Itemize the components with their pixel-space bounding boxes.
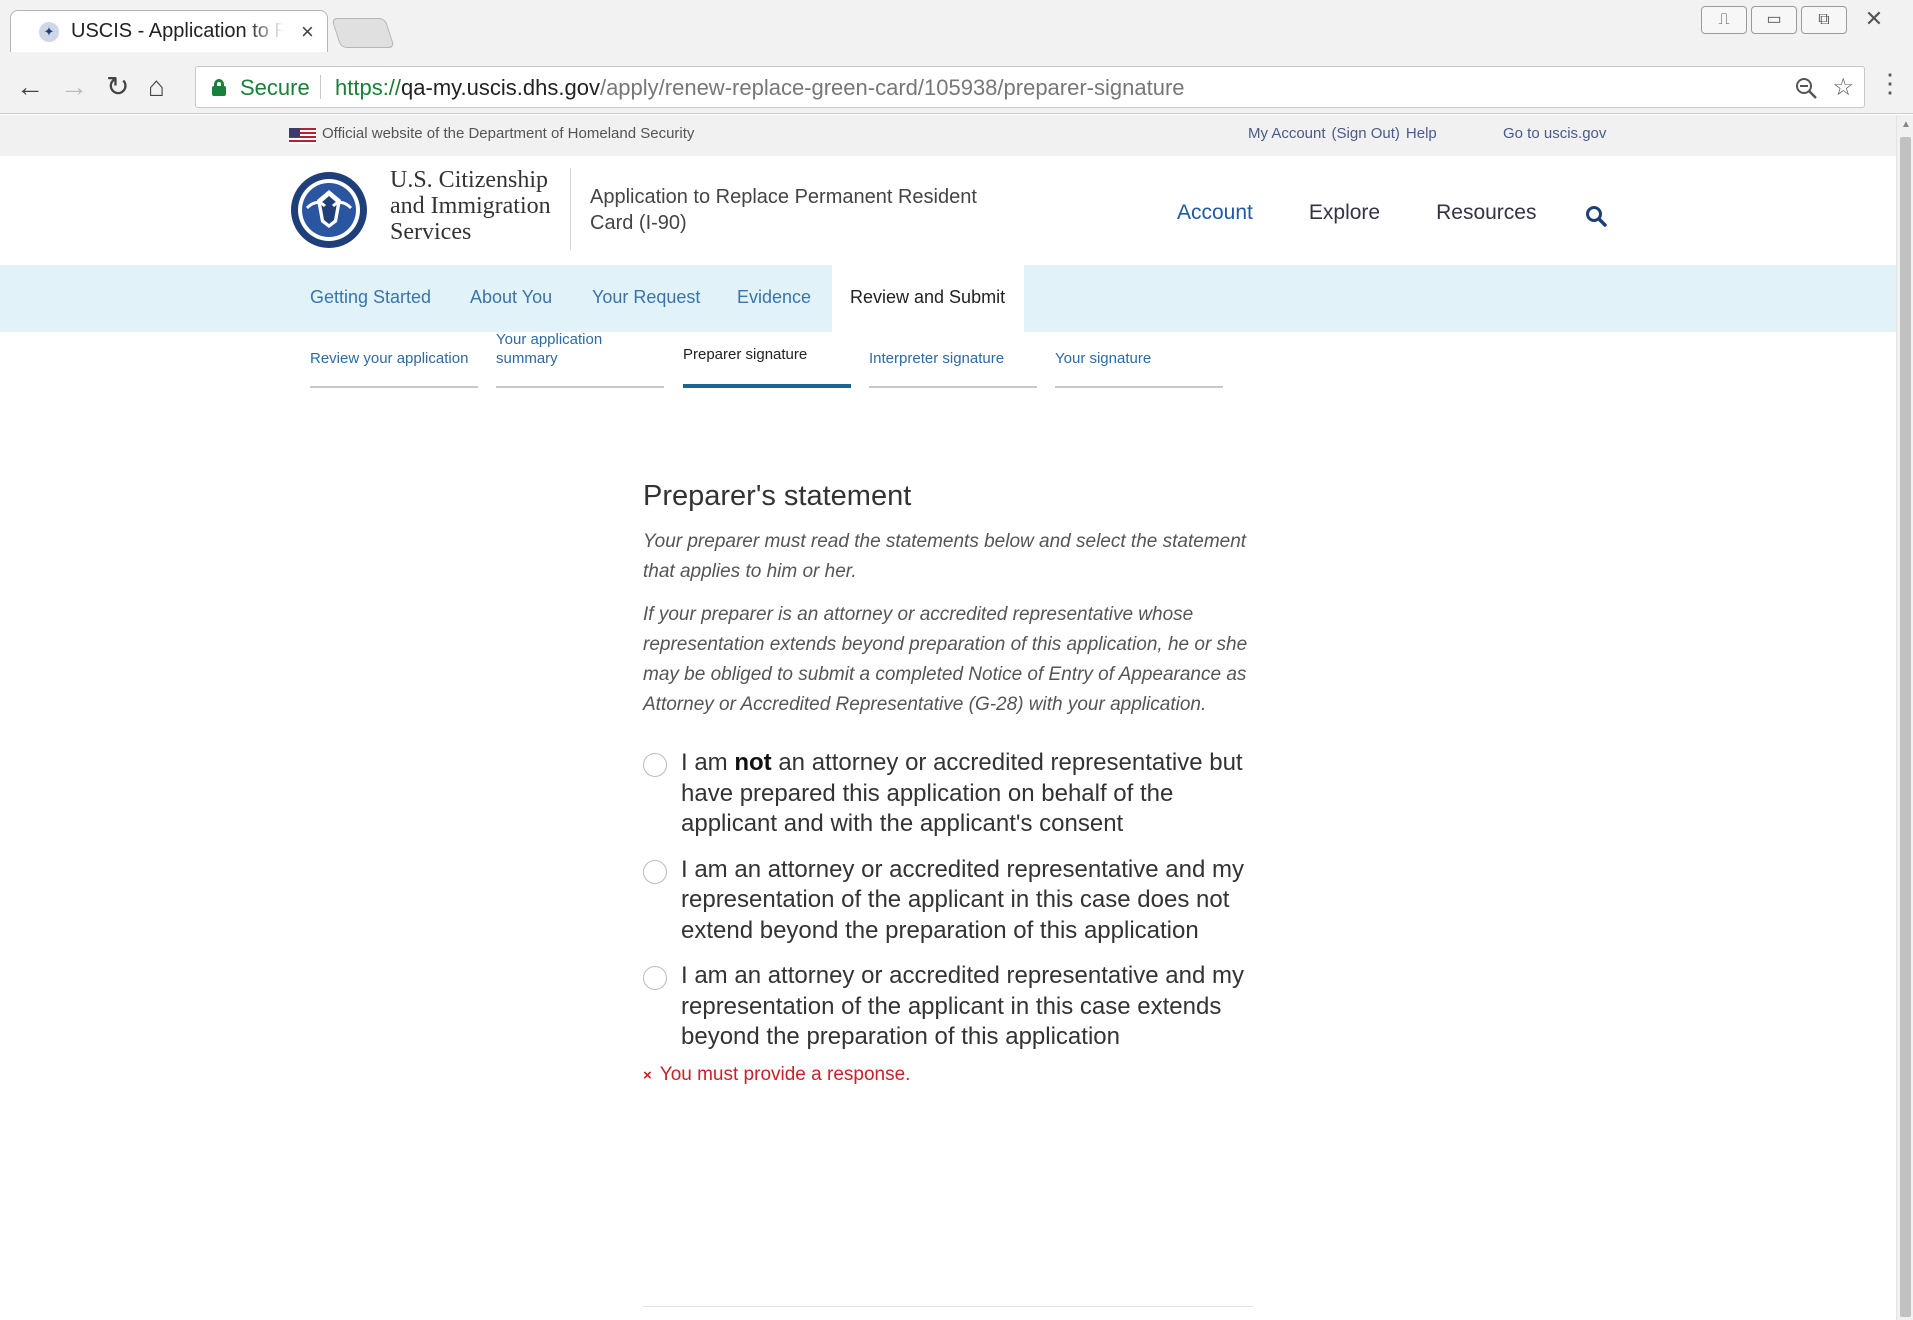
uscis-favicon-icon: ✦ (39, 22, 59, 42)
nav-account[interactable]: Account (1177, 201, 1253, 224)
url-separator (320, 75, 321, 99)
zoom-out-icon[interactable] (1794, 76, 1818, 100)
browser-tab[interactable]: ✦ USCIS - Application to Re × (10, 10, 328, 52)
substep-your-signature[interactable]: Your signature (1055, 332, 1223, 388)
window-controls: ⎍ ▭ ⧉ ✕ (1697, 6, 1897, 34)
scroll-up-arrow-icon[interactable]: ▲ (1901, 119, 1911, 130)
radio-not-attorney[interactable] (643, 753, 667, 777)
option-attorney-limited[interactable]: I am an attorney or accredited represent… (643, 855, 1255, 947)
home-icon[interactable]: ⌂ (148, 70, 165, 104)
my-account-link[interactable]: My Account (1248, 125, 1326, 142)
radio-attorney-extended[interactable] (643, 966, 667, 990)
step-review-and-submit-label: Review and Submit (850, 287, 1006, 307)
agency-name-line3: Services (390, 219, 472, 245)
go-to-uscis-link[interactable]: Go to uscis.gov (1503, 125, 1606, 142)
tab-close-icon[interactable]: × (301, 19, 314, 45)
account-links: My Account (Sign Out) Help (1248, 125, 1443, 142)
dhs-seal-icon[interactable] (289, 170, 369, 250)
page-scrollbar[interactable]: ▲ (1896, 115, 1913, 1320)
option-emphasis: not (734, 749, 772, 776)
tab-title: USCIS - Application to Re (71, 20, 283, 42)
url-text[interactable]: https://qa-my.uscis.dhs.gov/apply/renew-… (335, 75, 1185, 101)
step-your-request[interactable]: Your Request (592, 287, 700, 308)
main-nav: Account Explore Resources (1177, 201, 1592, 225)
profile-icon[interactable]: ⎍ (1701, 6, 1747, 34)
forward-arrow-icon[interactable]: → (60, 70, 88, 104)
new-tab-button[interactable] (331, 18, 395, 48)
substep-label: Your application summary (496, 331, 603, 367)
official-website-text: Official website of the Department of Ho… (322, 125, 695, 142)
option-not-attorney[interactable]: I am not an attorney or accredited repre… (643, 748, 1255, 840)
substep-preparer-signature[interactable]: Preparer signature (683, 332, 851, 388)
preparer-statement-section: Preparer's statement Your preparer must … (643, 480, 1255, 1086)
url-path: /apply/renew-replace-green-card/105938/p… (599, 75, 1185, 100)
nav-explore[interactable]: Explore (1309, 201, 1380, 224)
substep-tabs: Review your application Your application… (0, 331, 1896, 402)
progress-steps: Getting Started About You Your Request E… (0, 265, 1896, 332)
site-header: U.S. Citizenship and Immigration Service… (0, 156, 1896, 264)
step-evidence[interactable]: Evidence (737, 287, 811, 308)
close-window-icon[interactable]: ✕ (1851, 6, 1897, 34)
step-review-and-submit[interactable]: Review and Submit (832, 265, 1024, 332)
back-arrow-icon[interactable]: ← (16, 70, 44, 104)
option-not-attorney-label: I am not an attorney or accredited repre… (681, 749, 1243, 837)
address-bar[interactable]: Secure https://qa-my.uscis.dhs.gov/apply… (195, 66, 1865, 108)
help-link[interactable]: Help (1406, 125, 1437, 142)
application-title: Application to Replace Permanent Residen… (590, 186, 977, 234)
url-scheme: https:// (335, 75, 402, 100)
substep-label: Interpreter signature (869, 350, 1005, 367)
intro-text: Your preparer must read the statements b… (643, 531, 1247, 582)
substep-label: Your signature (1055, 350, 1152, 367)
g28-notice-text: If your preparer is an attorney or accre… (643, 604, 1248, 715)
scrollbar-thumb[interactable] (1900, 137, 1911, 1317)
browser-toolbar: ← → ↻ ⌂ Secure https://qa-my.uscis.dhs.g… (0, 62, 1913, 114)
restore-icon[interactable]: ⧉ (1801, 6, 1847, 34)
option-attorney-extended-label: I am an attorney or accredited represent… (681, 962, 1244, 1050)
star-icon[interactable]: ☆ (1832, 74, 1854, 101)
header-divider (570, 168, 571, 250)
agency-name[interactable]: U.S. Citizenship and Immigration Service… (390, 167, 551, 245)
option-attorney-extended[interactable]: I am an attorney or accredited represent… (643, 961, 1255, 1053)
step-about-you[interactable]: About You (470, 287, 552, 308)
error-message: You must provide a response. (659, 1063, 911, 1085)
agency-name-line1: U.S. Citizenship (390, 167, 549, 193)
error-icon: × (643, 1066, 652, 1084)
substep-review-application[interactable]: Review your application (310, 332, 478, 388)
substep-label: Review your application (310, 350, 469, 367)
step-getting-started[interactable]: Getting Started (310, 287, 431, 308)
browser-tab-strip: ✦ USCIS - Application to Re × ⎍ ▭ ⧉ ✕ (0, 0, 1913, 62)
page-title: Preparer's statement (643, 480, 912, 512)
reload-icon[interactable]: ↻ (106, 70, 129, 104)
substep-interpreter-signature[interactable]: Interpreter signature (869, 332, 1037, 388)
browser-menu-icon[interactable]: ⋮ (1877, 68, 1903, 99)
minimize-icon[interactable]: ▭ (1751, 6, 1797, 34)
url-host: qa-my.uscis.dhs.gov (401, 75, 600, 100)
option-attorney-limited-label: I am an attorney or accredited represent… (681, 855, 1244, 944)
section-divider (643, 1306, 1253, 1307)
radio-attorney-limited[interactable] (643, 859, 667, 884)
nav-resources[interactable]: Resources (1436, 201, 1536, 224)
option-text: I am (681, 749, 735, 776)
web-page: Official website of the Department of Ho… (0, 115, 1896, 1320)
preparer-options: I am not an attorney or accredited repre… (643, 748, 1255, 1053)
secure-label: Secure (240, 75, 310, 100)
omnibox-actions: ☆ (1794, 73, 1854, 102)
lock-icon (212, 79, 226, 96)
search-icon[interactable] (1584, 204, 1608, 228)
gov-banner: Official website of the Department of Ho… (0, 115, 1896, 156)
agency-name-line2: and Immigration (390, 193, 551, 219)
sign-out-link[interactable]: (Sign Out) (1332, 125, 1400, 142)
us-flag-icon (289, 128, 316, 144)
validation-error: × You must provide a response. (643, 1064, 1255, 1086)
substep-label: Preparer signature (683, 346, 808, 363)
substep-application-summary[interactable]: Your application summary (496, 331, 664, 388)
